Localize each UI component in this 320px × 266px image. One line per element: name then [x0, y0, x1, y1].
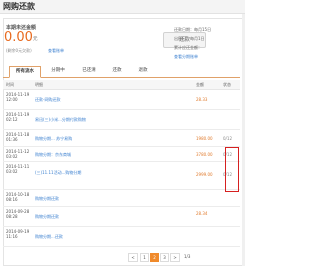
page-1-button[interactable]: 1 [140, 253, 149, 262]
row-desc[interactable]: 购物分期还款 [35, 214, 59, 220]
page-title: 网购还款 [3, 2, 35, 11]
page-info: 1/3 [184, 254, 191, 259]
row-desc[interactable]: 购物分期：京东商城 [35, 152, 71, 158]
unpaid-amount: 0.00 [4, 30, 33, 45]
column-time: 时间 [6, 82, 14, 87]
row-desc[interactable]: 购物分期...还款 [35, 234, 63, 240]
row-status: 0/12 [223, 136, 232, 141]
row-amount: 28.33 [196, 97, 208, 102]
row-amount: 28.34 [196, 211, 208, 216]
column-detail: 明细 [35, 82, 43, 87]
tab-repayment[interactable]: 还款 [107, 66, 127, 76]
table-row: 2014-09-28 08:28 购物分期还款 28.34 [3, 207, 240, 227]
row-date: 2014-11-19 12:00 [6, 92, 30, 102]
row-date: 2014-11-11 03:02 [6, 164, 30, 174]
row-date: 2014-09-28 08:28 [6, 209, 30, 219]
table-row: 2014-10-18 08:16 购物分期还款 [3, 190, 240, 207]
row-amount: 2999.00 [196, 172, 213, 177]
page-header: 网购还款 [0, 0, 245, 14]
bill-date-info: 出账日：每月1日 [174, 36, 205, 41]
amount-unit: 元 [33, 37, 38, 42]
table-row: 2014-11-19 02:12 易迅(三)小米...分期付款购物 [3, 110, 240, 130]
row-desc[interactable]: 购物分期还款 [35, 196, 59, 202]
table-row: 2014-11-12 03:02 购物分期：京东商城 3780.00 0/12 [3, 147, 240, 162]
table-header: 时间 明细 金额 状态 [3, 80, 240, 90]
installment-bill-link[interactable]: 查看分期账单 [174, 54, 198, 60]
row-desc[interactable]: (三)11.11活动...购物分期 [35, 170, 81, 176]
status-highlight-box [225, 147, 239, 192]
tab-all-records[interactable]: 所有流水 [9, 66, 41, 78]
page-2-button[interactable]: 2 [150, 253, 159, 262]
row-desc[interactable]: 购物分期... 苏宁易购 [35, 136, 72, 142]
table-row: 2014-11-19 12:00 还款-网购还款 28.33 [3, 90, 240, 110]
page-3-button[interactable]: 3 [160, 253, 169, 262]
tab-bar: 所有流水 分期中 已还清 还款 退款 [3, 66, 240, 78]
tab-in-installment[interactable]: 分期中 [45, 66, 71, 76]
next-page-button[interactable]: > [170, 253, 180, 262]
row-date: 2014-11-12 03:02 [6, 149, 30, 159]
total-due-info: 累计应还金额： [174, 45, 202, 50]
table-row: 2014-09-19 11:16 购物分期...还款 [3, 227, 240, 247]
row-desc[interactable]: 易迅(三)小米...分期付款购物 [35, 117, 86, 123]
row-desc[interactable]: 还款-网购还款 [35, 97, 60, 103]
row-date: 2014-11-18 01:36 [6, 132, 30, 142]
row-amount: 3780.00 [196, 152, 213, 157]
table-row: 2014-11-11 03:02 (三)11.11活动...购物分期 2999.… [3, 162, 240, 190]
tab-refund[interactable]: 退款 [133, 66, 153, 76]
column-status: 状态 [223, 82, 231, 87]
prev-page-button[interactable]: < [128, 253, 138, 262]
table-row: 2014-11-18 01:36 购物分期... 苏宁易购 1980.00 0/… [3, 130, 240, 147]
remaining-note: (剩余0元欠款) [6, 48, 32, 53]
tab-paid-off[interactable]: 已还清 [77, 66, 101, 76]
repay-date-info: 还款日期：每月15日 [174, 27, 212, 32]
view-bill-link[interactable]: 查看账单 [48, 48, 64, 54]
column-amount: 金额 [196, 82, 204, 87]
row-amount: 1980.00 [196, 136, 213, 141]
row-date: 2014-11-19 02:12 [6, 112, 30, 122]
vertical-scrollbar[interactable] [242, 14, 245, 266]
row-date: 2014-09-19 11:16 [6, 229, 30, 239]
row-date: 2014-10-18 08:16 [6, 192, 30, 202]
